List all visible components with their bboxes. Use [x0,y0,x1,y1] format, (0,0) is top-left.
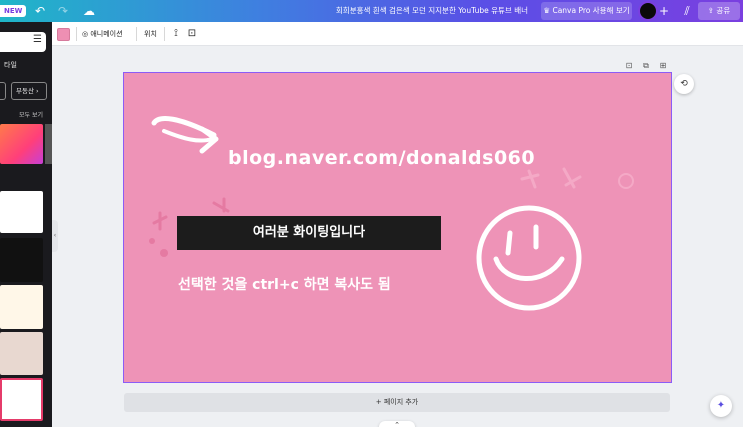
template-thumbnail-selected[interactable] [0,378,43,421]
document-title[interactable]: 회희분홍색 흰색 검은색 모던 지지분한 YouTube 유튜브 배너 [318,0,528,22]
design-page[interactable]: blog.naver.com/donalds060 여러분 화이팅입니다 선택한… [123,72,672,383]
toolbar-divider [76,27,77,41]
cheer-text[interactable]: 여러분 화이팅입니다 [177,216,441,250]
add-page-button[interactable]: + 페이지 추가 [124,393,670,412]
smiley-mouth [493,256,565,281]
background-color-swatch[interactable] [57,28,70,41]
animate-button[interactable]: ◎ 애니메이션 [82,26,123,42]
section-label: 타일 [4,61,17,69]
dot-doodle [149,238,155,244]
star-doodle [520,167,582,189]
top-bar: NEW ↶ ↷ ☁ 회희분홍색 흰색 검은색 모던 지지분한 YouTube 유… [0,0,743,22]
blog-url-text[interactable]: blog.naver.com/donalds060 [228,147,538,169]
animate-label: 애니메이션 [90,30,123,38]
template-thumbnail[interactable] [0,332,43,375]
cheer-text-box[interactable]: 여러분 화이팅입니다 [177,216,441,250]
template-search-input[interactable]: ☰ [0,32,46,52]
editor-toolbar: ◎ 애니메이션 위치 ⟟ ⊡ [52,22,743,46]
show-pages-handle[interactable]: ⌃ [379,421,415,427]
template-thumbnail[interactable] [0,238,43,282]
paint-format-icon[interactable]: ⟟ [169,26,183,42]
lock-page-icon[interactable]: ⊡ [623,60,635,72]
try-canva-pro-button[interactable]: ♛ Canva Pro 사용해 보기 [541,2,632,20]
add-page-icon[interactable]: ⊞ [657,60,669,72]
filter-chip[interactable] [0,82,6,100]
template-panel: ☰ 타일 부동산 › 모두 보기 [0,22,52,427]
redo-icon[interactable]: ↷ [55,3,71,19]
dot-doodle [160,249,168,257]
collapse-panel-icon[interactable]: ‹ [52,220,58,252]
undo-icon[interactable]: ↶ [32,3,48,19]
new-badge[interactable]: NEW [0,5,27,17]
smiley-eyes [505,224,539,256]
template-thumbnail[interactable] [0,191,43,233]
filter-icon[interactable]: ☰ [33,34,42,45]
toolbar-divider [164,27,165,41]
copy-hint-text[interactable]: 선택한 것을 ctrl+c 하면 복사도 됨 [178,274,478,294]
magic-assistant-icon[interactable]: ✦ [710,395,732,417]
insights-icon[interactable]: ⫽ [679,3,695,19]
template-thumbnail[interactable] [45,124,52,164]
duplicate-page-icon[interactable]: ⧉ [640,60,652,72]
filter-chip-real-estate[interactable]: 부동산 › [11,82,47,100]
share-button[interactable]: ⇪ 공유 [698,2,740,20]
comment-icon[interactable]: ⟲ [674,74,694,94]
cloud-save-icon[interactable]: ☁ [81,3,97,19]
template-thumbnail[interactable] [0,124,43,164]
user-avatar[interactable] [638,1,658,21]
toolbar-divider [136,27,137,41]
circle-doodle [618,173,634,189]
position-button[interactable]: 위치 [144,26,157,42]
lock-icon[interactable]: ⊡ [185,26,199,42]
add-collaborator-icon[interactable]: + [657,3,671,19]
template-thumbnail[interactable] [0,285,43,329]
see-all-link[interactable]: 모두 보기 [19,110,43,119]
